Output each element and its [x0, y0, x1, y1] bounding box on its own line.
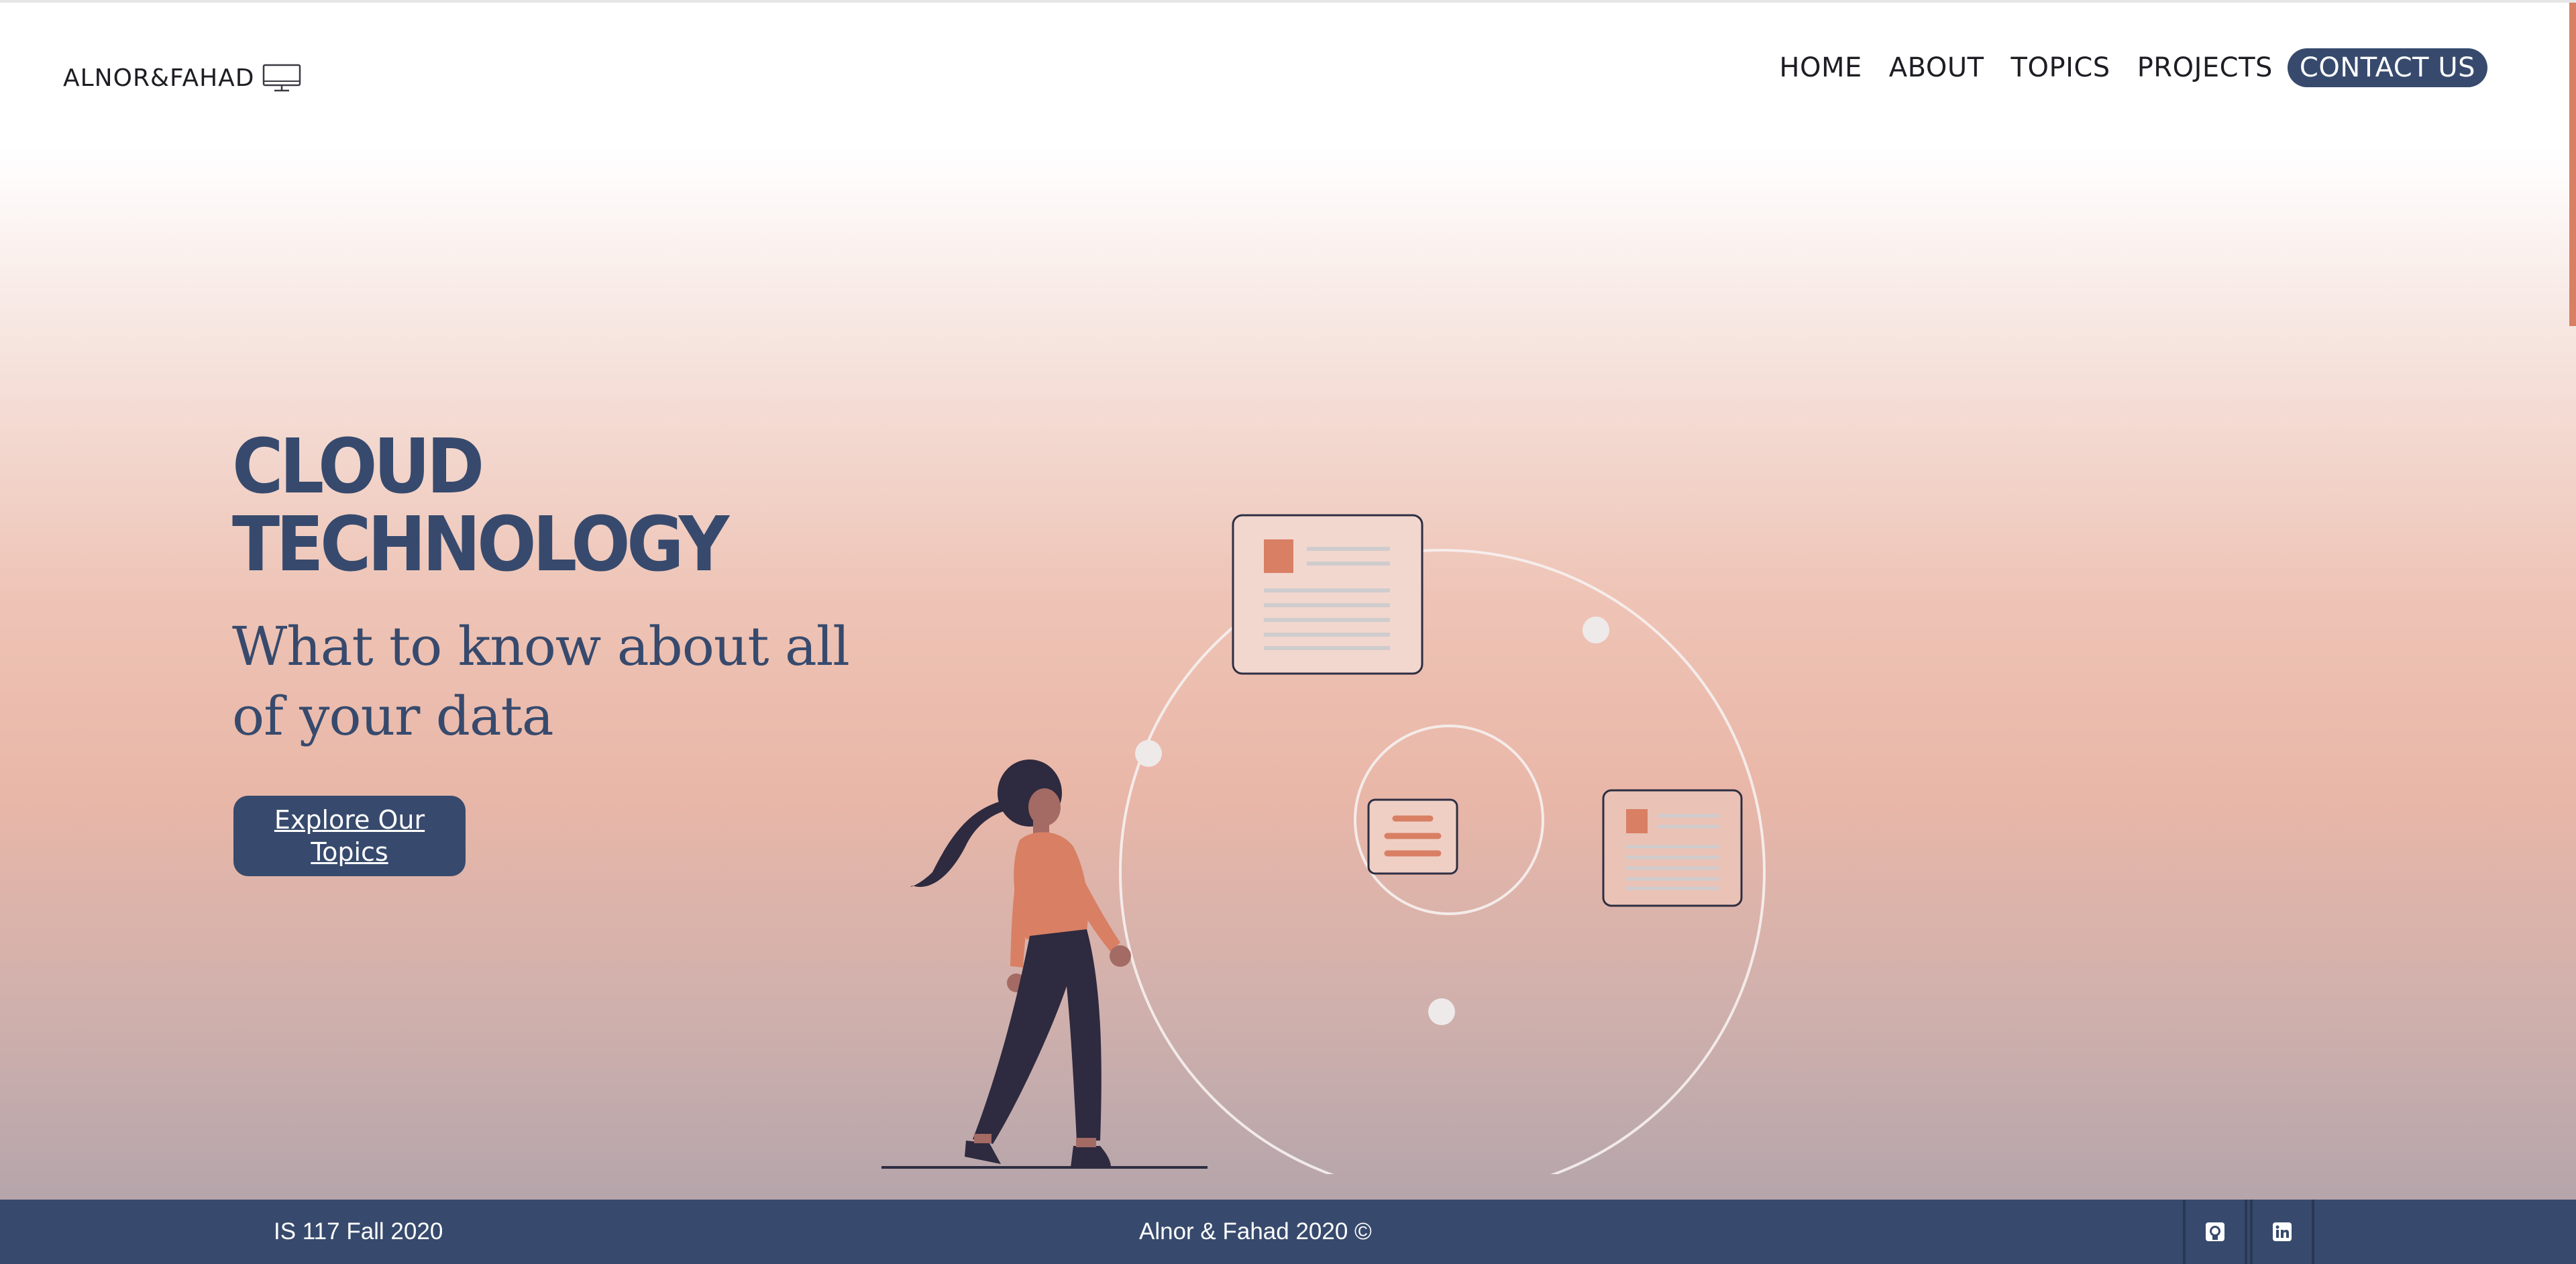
hero-subtitle: What to know about all of your data [232, 615, 850, 747]
desktop-monitor-icon [263, 64, 301, 92]
nav-contact-us-button[interactable]: CONTACT US [2287, 48, 2487, 87]
orbit-dot [1135, 740, 1162, 767]
github-icon [2206, 1222, 2224, 1241]
cloud-illustration [881, 514, 1766, 1174]
explore-topics-label: Explore Our Topics [274, 805, 425, 867]
nav-projects[interactable]: PROJECTS [2124, 48, 2286, 87]
orbit-dot [1582, 617, 1609, 643]
site-footer: IS 117 Fall 2020 Alnor & Fahad 2020 © [0, 1200, 2576, 1264]
document-card-small [1367, 798, 1458, 875]
linkedin-icon [2273, 1222, 2292, 1241]
orbit-dot [1428, 998, 1455, 1025]
document-card-medium [1602, 789, 1743, 907]
site-logo[interactable]: ALNOR&FAHAD [63, 62, 301, 94]
main-nav: HOME ABOUT TOPICS PROJECTS CONTACT US [1766, 48, 2487, 87]
scrollbar-thumb[interactable] [2569, 3, 2576, 326]
nav-home[interactable]: HOME [1766, 48, 1875, 87]
copyright-text: Alnor & Fahad 2020 © [1139, 1218, 1372, 1245]
nav-about[interactable]: ABOUT [1876, 48, 1998, 87]
document-card-large [1232, 514, 1424, 675]
logo-text: ALNOR&FAHAD [63, 64, 255, 92]
explore-topics-button[interactable]: Explore Our Topics [233, 796, 466, 876]
top-border [0, 0, 2576, 3]
woman-figure [910, 759, 1131, 1167]
linkedin-link[interactable] [2250, 1200, 2314, 1264]
hero-title: CLOUD TECHNOLOGY [232, 423, 729, 588]
hero-title-line1: CLOUD [232, 423, 484, 511]
hero-title-line2: TECHNOLOGY [232, 501, 729, 588]
course-label: IS 117 Fall 2020 [274, 1218, 443, 1245]
nav-topics[interactable]: TOPICS [1998, 48, 2124, 87]
github-link[interactable] [2183, 1200, 2247, 1264]
